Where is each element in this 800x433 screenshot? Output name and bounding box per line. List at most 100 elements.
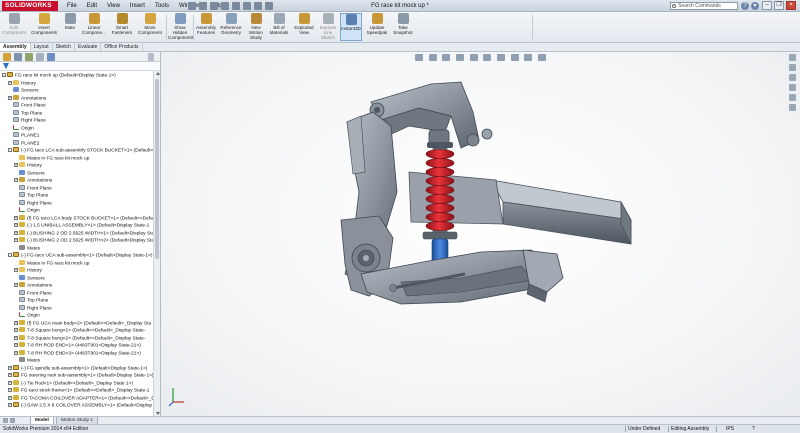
configurationmanager-tab-icon[interactable] — [25, 53, 33, 61]
mate-button[interactable]: Mate — [62, 13, 78, 30]
restore-button[interactable]: ❐ — [774, 1, 784, 10]
dimxpertmanager-tab-icon[interactable] — [36, 53, 44, 61]
insert-components-button[interactable]: Insert Components — [30, 13, 58, 35]
tree-item[interactable]: + (-) BUSHING 2 OD 2.5625 WIDTH<1> (Defau… — [14, 229, 153, 238]
collapse-icon[interactable]: - — [8, 253, 12, 257]
tree-item[interactable]: PLANE2 — [8, 139, 39, 148]
open-file-icon[interactable] — [199, 2, 207, 10]
instant3d-button[interactable]: Instant3D — [340, 13, 362, 41]
tab-evaluate[interactable]: Evaluate — [75, 43, 102, 51]
coilover-shock[interactable] — [422, 129, 458, 272]
edit-component-button[interactable]: Edit Component — [2, 13, 26, 35]
tree-item[interactable]: Sensors — [14, 274, 45, 283]
expand-icon[interactable]: + — [8, 80, 12, 85]
tree-item[interactable]: + History — [14, 267, 42, 275]
new-file-icon[interactable] — [188, 2, 196, 10]
tree-item[interactable]: +7-8 Square bung<1> (Default<<Default>_D… — [14, 327, 145, 335]
reference-geometry-button[interactable]: Reference Geometry — [219, 13, 243, 35]
display-manager-tab-icon[interactable] — [47, 53, 55, 61]
update-speedpak-button[interactable]: Update Speedpak — [366, 13, 388, 35]
tree-item[interactable]: + Annotations — [8, 94, 46, 103]
tree-item[interactable]: Mates — [14, 357, 40, 365]
tree-item[interactable]: Right Plane — [14, 199, 52, 208]
tree-item[interactable]: + (-) SAW 2.5 X 8 COILOVER ASSEMBLY<1> (D… — [8, 402, 153, 410]
save-icon[interactable] — [210, 2, 218, 10]
select-icon[interactable] — [243, 2, 251, 10]
assembly-features-button[interactable]: Assembly Features — [195, 13, 217, 35]
lower-control-arm[interactable] — [360, 249, 564, 305]
tree-item[interactable]: + (-) BUSHING 2 OD 2.5625 WIDTH<2> (Defau… — [14, 237, 153, 245]
expand-icon[interactable]: + — [14, 238, 18, 242]
expand-icon[interactable]: + — [14, 343, 18, 347]
options-icon[interactable] — [265, 2, 273, 10]
tree-item[interactable]: + Annotations — [14, 177, 52, 185]
tree-item[interactable]: Mates in FG race kit mock up — [14, 259, 89, 268]
expand-icon[interactable]: + — [14, 223, 18, 227]
expand-icon[interactable]: + — [14, 350, 18, 355]
print-icon[interactable] — [221, 2, 229, 10]
expand-icon[interactable]: + — [8, 388, 12, 392]
tab-office-products[interactable]: Office Products — [101, 43, 143, 51]
tree-item[interactable]: + History — [14, 162, 42, 170]
tree-item[interactable]: + FG steering rack sub-assembly<1> (Defau… — [8, 372, 153, 380]
bill-of-materials-button[interactable]: Bill of Materials — [268, 13, 290, 35]
tree-item[interactable]: Sensors — [8, 87, 39, 95]
expand-icon[interactable]: + — [14, 215, 18, 220]
tree-filter-bar[interactable] — [0, 62, 160, 71]
menu-insert[interactable]: Insert — [125, 0, 150, 12]
undo-icon[interactable] — [232, 2, 240, 10]
propertymanager-tab-icon[interactable] — [14, 53, 22, 61]
tree-item[interactable]: Mates in FG race kit mock up — [14, 154, 89, 163]
tree-item[interactable]: Right Plane — [8, 117, 46, 125]
new-motion-study-button[interactable]: New Motion Study — [246, 13, 266, 40]
tree-item[interactable]: - (-) FG taco LCA sub-assembly STOCK BUCK… — [8, 147, 153, 155]
tree-item[interactable]: + (-) Tie Rod<1> (Default<<Default>_Displ… — [8, 379, 133, 388]
tree-scrollbar[interactable] — [153, 71, 160, 416]
tree-item[interactable]: + (f) FG UCA main body<2> (Default<<Defau… — [14, 319, 151, 328]
explode-line-sketch-button[interactable]: Explode Line Sketch — [317, 13, 339, 40]
suspension-assembly-model[interactable] — [161, 52, 800, 416]
menu-tools[interactable]: Tools — [150, 0, 174, 12]
expand-icon[interactable]: + — [8, 403, 12, 407]
tree-item[interactable]: Right Plane — [14, 304, 52, 313]
collapse-icon[interactable]: - — [8, 148, 12, 152]
menu-view[interactable]: View — [102, 0, 125, 12]
tree-item[interactable]: + FG TACOMA COILOVER ADAPTER<1> (Default<… — [8, 394, 153, 403]
expand-icon[interactable]: + — [14, 320, 18, 325]
expand-icon[interactable]: + — [14, 178, 18, 182]
expand-icon[interactable]: + — [14, 163, 18, 167]
tree-item[interactable]: + FG taco stock frame<1> (Default<<Defaul… — [8, 387, 149, 395]
minimize-button[interactable]: – — [762, 1, 772, 10]
tree-item[interactable]: + History — [8, 79, 36, 88]
tree-item[interactable]: Origin — [14, 207, 40, 215]
tree-item[interactable]: Top Plane — [14, 297, 48, 305]
status-help-icon[interactable]: ? — [752, 425, 755, 433]
tree-item[interactable]: Front Plane — [14, 184, 52, 193]
solidworks-logo[interactable]: SOLIDWORKS — [2, 1, 58, 11]
rebuild-icon[interactable] — [254, 2, 262, 10]
tree-item[interactable]: Top Plane — [14, 192, 48, 200]
scroll-thumb[interactable] — [155, 79, 159, 259]
graphics-viewport[interactable] — [161, 52, 800, 416]
tab-nav-first-icon[interactable] — [3, 418, 8, 423]
expand-icon[interactable]: + — [14, 335, 18, 340]
expand-icon[interactable]: + — [14, 268, 18, 272]
tree-item[interactable]: + Annotations — [14, 282, 52, 290]
filter-icon[interactable] — [3, 63, 9, 69]
search-commands-input[interactable]: Search Commands — [670, 2, 738, 10]
tab-nav-prev-icon[interactable] — [10, 418, 15, 423]
tree-item[interactable]: PLANE1 — [8, 132, 39, 140]
exploded-view-button[interactable]: Exploded View — [293, 13, 315, 35]
tab-layout[interactable]: Layout — [31, 43, 53, 51]
expand-icon[interactable]: + — [8, 395, 12, 400]
scroll-up-arrow-icon[interactable] — [155, 72, 160, 75]
tree-item[interactable]: Mates — [14, 244, 40, 253]
expand-icon[interactable]: + — [8, 373, 12, 377]
collapse-icon[interactable]: - — [2, 73, 6, 77]
tree-item[interactable]: + (-) FG spindle sub-assembly<1> (Default… — [8, 364, 147, 373]
show-hidden-components-button[interactable]: Show Hidden Components — [168, 13, 194, 40]
take-snapshot-button[interactable]: Take Snapshot — [391, 13, 415, 35]
linear-component-pattern-button[interactable]: Linear Compone... — [81, 13, 107, 35]
help-icon[interactable]: ? — [741, 2, 749, 10]
move-component-button[interactable]: Move Component — [137, 13, 163, 35]
